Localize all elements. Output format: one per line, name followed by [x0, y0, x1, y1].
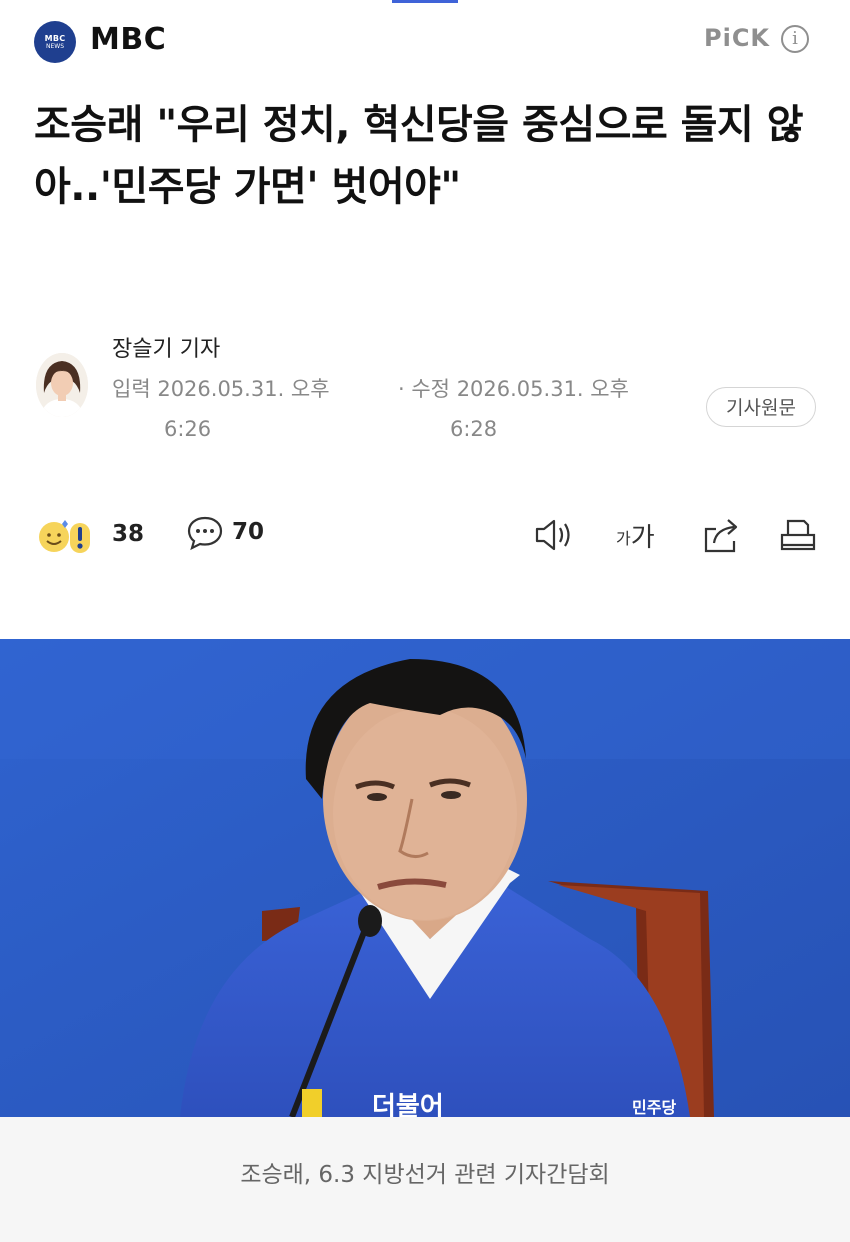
font-size-button[interactable]: 가가	[616, 517, 655, 554]
reporter-avatar[interactable]	[36, 353, 88, 417]
print-icon[interactable]	[778, 515, 818, 555]
photo-caption-text: 조승래, 6.3 지방선거 관련 기자간담회	[240, 1162, 610, 1188]
edit-time-value: 6:28	[450, 417, 498, 441]
input-date-value: 2026.05.31. 오후	[157, 377, 330, 401]
press-logo-subtext: NEWS	[45, 43, 65, 50]
photo-caption: 조승래, 6.3 지방선거 관련 기자간담회	[0, 1117, 850, 1242]
pick-badge: PiCK	[704, 24, 771, 52]
input-time-value: 6:26	[164, 417, 212, 441]
article-toolbar: 38 70 가가	[0, 505, 850, 565]
share-icon[interactable]	[700, 515, 742, 555]
shirt-text-left: 더불어	[372, 1092, 444, 1117]
press-name[interactable]: MBC	[90, 22, 166, 57]
input-date: 입력 2026.05.31. 오후 6:26	[112, 369, 372, 449]
reaction-emoji-icon[interactable]	[36, 515, 100, 555]
original-article-button[interactable]: 기사원문	[706, 387, 816, 427]
font-size-large-label: 가	[630, 523, 655, 553]
article-photo[interactable]: 더불어 민주당	[0, 639, 850, 1117]
comment-count[interactable]: 70	[232, 519, 264, 545]
comment-bubble-icon[interactable]	[186, 515, 224, 551]
reporter-name[interactable]: 장슬기 기자	[112, 331, 220, 363]
article-header: MBC NEWS MBC PiCK i	[0, 0, 850, 82]
input-label: 입력	[112, 377, 151, 401]
info-icon[interactable]: i	[781, 25, 809, 53]
reaction-count[interactable]: 38	[112, 521, 144, 547]
press-logo[interactable]: MBC NEWS	[34, 21, 76, 63]
font-size-small-label: 가	[616, 529, 631, 548]
speaker-icon[interactable]	[533, 517, 575, 553]
edit-date: · 수정 2026.05.31. 오후 6:28	[398, 369, 668, 449]
shirt-text-right: 민주당	[632, 1098, 676, 1117]
press-logo-text: MBC	[44, 34, 66, 43]
edit-label: · 수정	[398, 377, 450, 401]
article-title: 조승래 "우리 정치, 혁신당을 중심으로 돌지 않아..'민주당 가면' 벗어…	[34, 102, 804, 210]
edit-date-value: 2026.05.31. 오후	[456, 377, 629, 401]
